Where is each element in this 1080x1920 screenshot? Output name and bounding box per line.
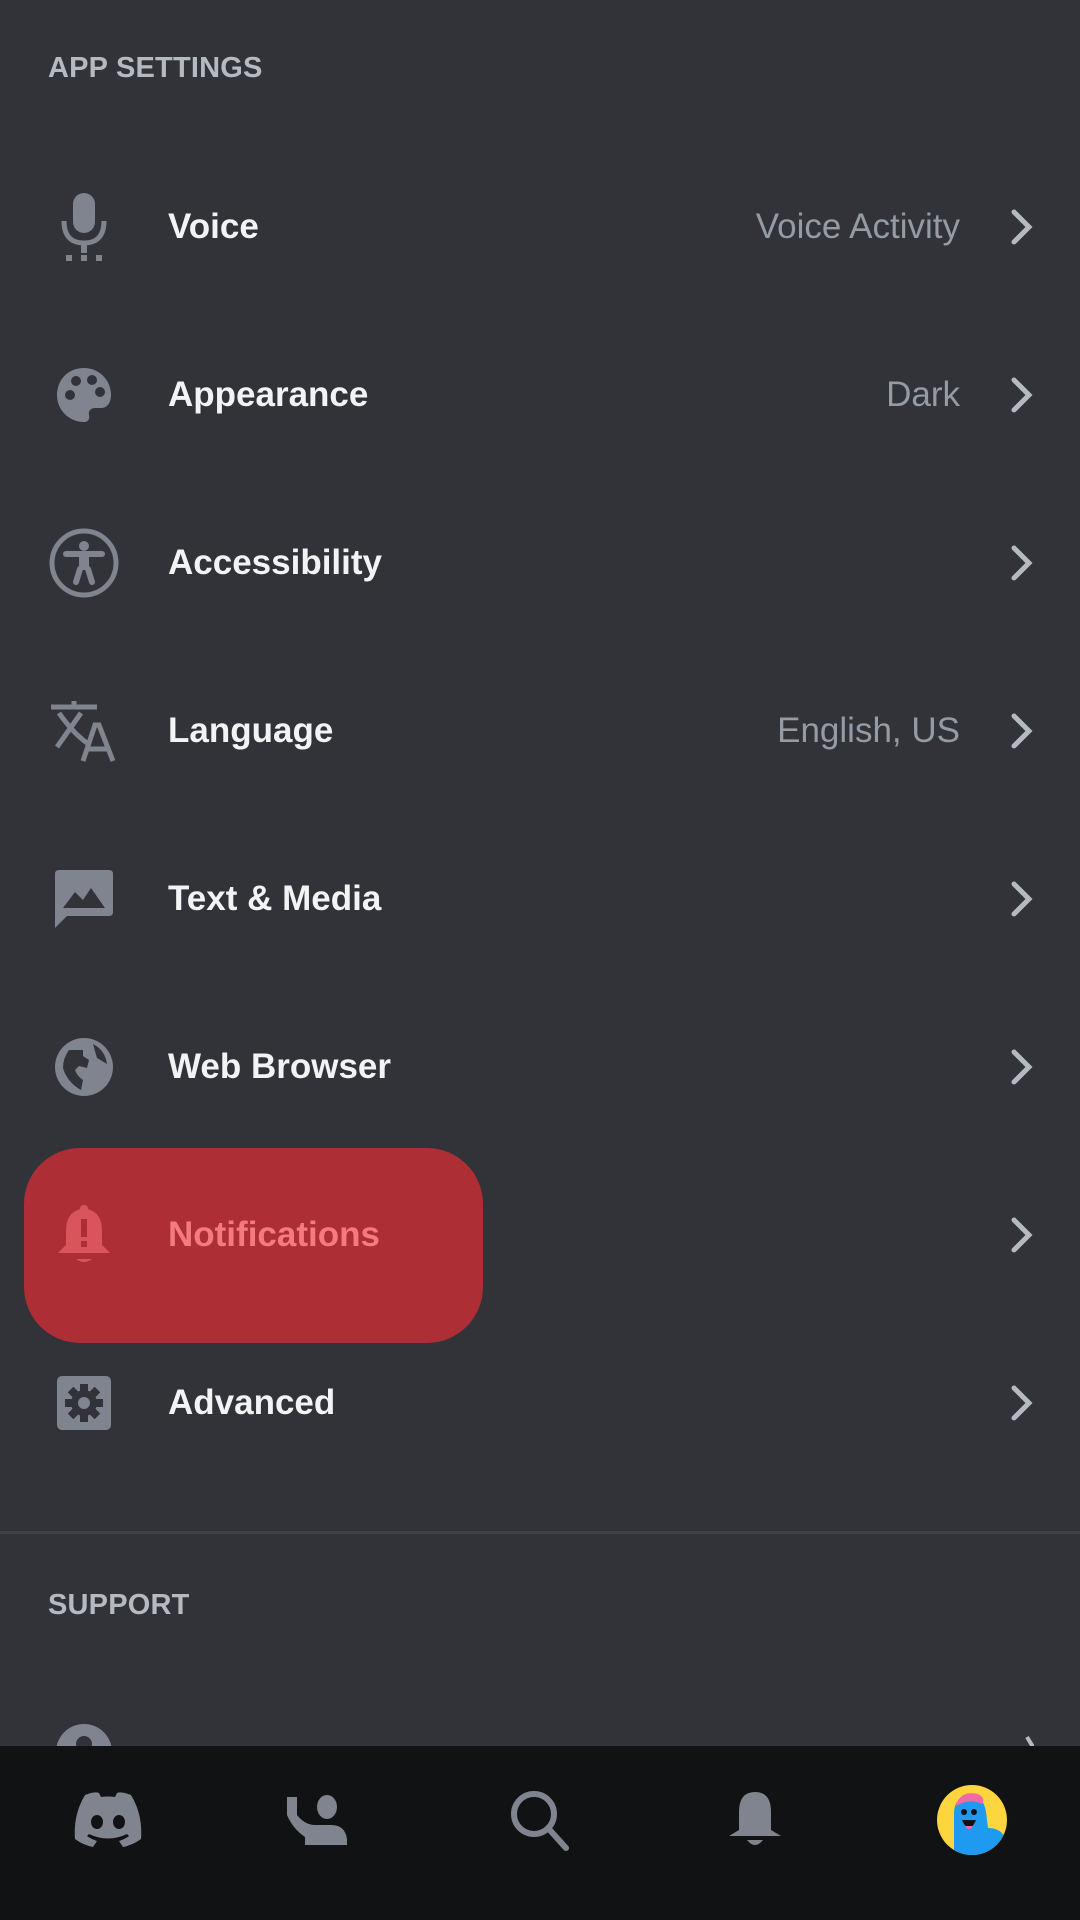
palette-icon [48,359,120,431]
settings-item-label: Web Browser [168,1047,392,1086]
search-icon [508,1788,572,1857]
image-icon [48,863,120,935]
chevron-right-icon [1006,879,1038,919]
bell-icon [727,1790,783,1855]
nav-search[interactable] [498,1780,582,1864]
section-header-app-settings: APP SETTINGS [48,52,263,84]
bottom-nav [0,1746,1080,1920]
chevron-right-icon [1006,1215,1038,1255]
discord-logo-icon [71,1791,145,1854]
settings-item-notifications[interactable]: Notifications [0,1151,1080,1319]
settings-item-value: Voice Activity [755,207,960,246]
microphone-icon [48,191,120,263]
settings-item-appearance[interactable]: Appearance Dark [0,311,1080,479]
settings-item-label: Notifications [168,1215,380,1254]
settings-item-advanced[interactable]: Advanced [0,1319,1080,1487]
avatar [936,1784,1008,1861]
settings-item-accessibility[interactable]: Accessibility [0,479,1080,647]
settings-item-value: English, US [777,711,960,750]
nav-home[interactable] [66,1780,150,1864]
translate-icon [48,695,120,767]
settings-item-voice[interactable]: Voice Voice Activity [0,143,1080,311]
nav-notifications[interactable] [713,1780,797,1864]
bell-alert-icon [48,1199,120,1271]
settings-item-label: Text & Media [168,879,382,918]
accessibility-icon [48,527,120,599]
settings-item-label: Voice [168,207,259,246]
settings-item-label: Language [168,711,334,750]
settings-item-language[interactable]: Language English, US [0,647,1080,815]
chevron-right-icon [1006,1383,1038,1423]
globe-icon [48,1031,120,1103]
settings-item-web-browser[interactable]: Web Browser [0,983,1080,1151]
settings-item-label: Appearance [168,375,369,414]
chevron-right-icon [1006,207,1038,247]
section-header-support: SUPPORT [48,1589,190,1621]
section-divider [0,1531,1080,1534]
settings-item-value: Dark [886,375,960,414]
nav-friends[interactable] [276,1780,360,1864]
settings-item-label: Advanced [168,1383,336,1422]
friends-wave-icon [285,1793,351,1852]
nav-profile[interactable] [930,1780,1014,1864]
chevron-right-icon [1006,711,1038,751]
chevron-right-icon [1006,375,1038,415]
chevron-right-icon [1006,543,1038,583]
chevron-right-icon [1006,1047,1038,1087]
settings-item-text-media[interactable]: Text & Media [0,815,1080,983]
gear-icon [48,1367,120,1439]
settings-item-label: Accessibility [168,543,382,582]
